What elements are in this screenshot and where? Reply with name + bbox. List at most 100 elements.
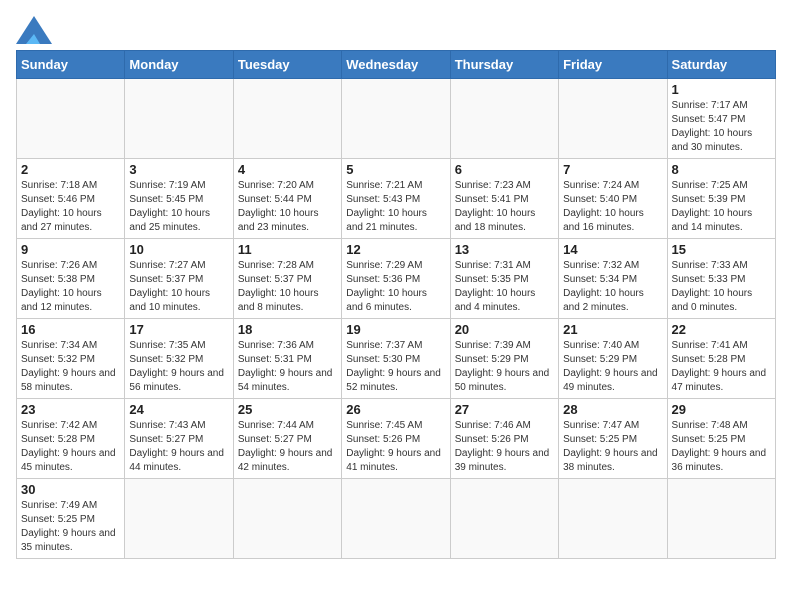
day-number: 29 [672, 402, 771, 417]
day-number: 1 [672, 82, 771, 97]
day-number: 11 [238, 242, 337, 257]
day-info: Sunrise: 7:24 AM Sunset: 5:40 PM Dayligh… [563, 179, 662, 235]
calendar-day-cell: 18 Sunrise: 7:36 AM Sunset: 5:31 PM Dayli… [233, 319, 341, 399]
calendar-day-cell [342, 479, 450, 559]
day-info: Sunrise: 7:29 AM Sunset: 5:36 PM Dayligh… [346, 259, 445, 315]
day-number: 16 [21, 322, 120, 337]
day-number: 9 [21, 242, 120, 257]
day-info: Sunrise: 7:19 AM Sunset: 5:45 PM Dayligh… [129, 179, 228, 235]
day-number: 4 [238, 162, 337, 177]
column-header-tuesday: Tuesday [233, 51, 341, 79]
day-number: 23 [21, 402, 120, 417]
day-info: Sunrise: 7:36 AM Sunset: 5:31 PM Dayligh… [238, 339, 337, 395]
column-header-saturday: Saturday [667, 51, 775, 79]
day-number: 3 [129, 162, 228, 177]
column-header-sunday: Sunday [17, 51, 125, 79]
day-info: Sunrise: 7:49 AM Sunset: 5:25 PM Dayligh… [21, 499, 120, 555]
day-number: 30 [21, 482, 120, 497]
day-number: 20 [455, 322, 554, 337]
calendar-day-cell: 10 Sunrise: 7:27 AM Sunset: 5:37 PM Dayli… [125, 239, 233, 319]
calendar-day-cell: 29 Sunrise: 7:48 AM Sunset: 5:25 PM Dayli… [667, 399, 775, 479]
day-info: Sunrise: 7:43 AM Sunset: 5:27 PM Dayligh… [129, 419, 228, 475]
day-number: 24 [129, 402, 228, 417]
calendar-day-cell [667, 479, 775, 559]
logo-icon [16, 16, 52, 44]
calendar-day-cell: 1 Sunrise: 7:17 AM Sunset: 5:47 PM Daylig… [667, 79, 775, 159]
calendar-day-cell: 13 Sunrise: 7:31 AM Sunset: 5:35 PM Dayli… [450, 239, 558, 319]
calendar-day-cell [559, 79, 667, 159]
calendar-week-row: 2 Sunrise: 7:18 AM Sunset: 5:46 PM Daylig… [17, 159, 776, 239]
calendar-day-cell: 8 Sunrise: 7:25 AM Sunset: 5:39 PM Daylig… [667, 159, 775, 239]
day-info: Sunrise: 7:18 AM Sunset: 5:46 PM Dayligh… [21, 179, 120, 235]
calendar-day-cell [233, 479, 341, 559]
day-info: Sunrise: 7:48 AM Sunset: 5:25 PM Dayligh… [672, 419, 771, 475]
day-number: 19 [346, 322, 445, 337]
column-header-monday: Monday [125, 51, 233, 79]
calendar-day-cell: 25 Sunrise: 7:44 AM Sunset: 5:27 PM Dayli… [233, 399, 341, 479]
day-info: Sunrise: 7:28 AM Sunset: 5:37 PM Dayligh… [238, 259, 337, 315]
calendar-day-cell [559, 479, 667, 559]
day-info: Sunrise: 7:21 AM Sunset: 5:43 PM Dayligh… [346, 179, 445, 235]
day-info: Sunrise: 7:26 AM Sunset: 5:38 PM Dayligh… [21, 259, 120, 315]
calendar-day-cell [342, 79, 450, 159]
day-info: Sunrise: 7:45 AM Sunset: 5:26 PM Dayligh… [346, 419, 445, 475]
day-info: Sunrise: 7:37 AM Sunset: 5:30 PM Dayligh… [346, 339, 445, 395]
calendar-day-cell: 30 Sunrise: 7:49 AM Sunset: 5:25 PM Dayli… [17, 479, 125, 559]
calendar-week-row: 16Sunrise: 7:34 AM Sunset: 5:32 PM Dayli… [17, 319, 776, 399]
day-number: 2 [21, 162, 120, 177]
day-info: Sunrise: 7:42 AM Sunset: 5:28 PM Dayligh… [21, 419, 120, 475]
day-number: 28 [563, 402, 662, 417]
column-header-friday: Friday [559, 51, 667, 79]
day-info: Sunrise: 7:46 AM Sunset: 5:26 PM Dayligh… [455, 419, 554, 475]
day-info: Sunrise: 7:17 AM Sunset: 5:47 PM Dayligh… [672, 99, 771, 155]
calendar-day-cell: 12 Sunrise: 7:29 AM Sunset: 5:36 PM Dayli… [342, 239, 450, 319]
calendar-day-cell [450, 79, 558, 159]
day-info: Sunrise: 7:44 AM Sunset: 5:27 PM Dayligh… [238, 419, 337, 475]
day-info: Sunrise: 7:25 AM Sunset: 5:39 PM Dayligh… [672, 179, 771, 235]
day-number: 12 [346, 242, 445, 257]
day-number: 25 [238, 402, 337, 417]
day-number: 22 [672, 322, 771, 337]
calendar-day-cell: 16Sunrise: 7:34 AM Sunset: 5:32 PM Dayli… [17, 319, 125, 399]
day-info: Sunrise: 7:32 AM Sunset: 5:34 PM Dayligh… [563, 259, 662, 315]
day-info: Sunrise: 7:27 AM Sunset: 5:37 PM Dayligh… [129, 259, 228, 315]
calendar-day-cell: 22Sunrise: 7:41 AM Sunset: 5:28 PM Dayli… [667, 319, 775, 399]
calendar-week-row: 1 Sunrise: 7:17 AM Sunset: 5:47 PM Daylig… [17, 79, 776, 159]
calendar-day-cell: 14 Sunrise: 7:32 AM Sunset: 5:34 PM Dayli… [559, 239, 667, 319]
day-number: 13 [455, 242, 554, 257]
calendar-day-cell: 24 Sunrise: 7:43 AM Sunset: 5:27 PM Dayli… [125, 399, 233, 479]
calendar-day-cell [450, 479, 558, 559]
day-number: 18 [238, 322, 337, 337]
calendar-day-cell: 20Sunrise: 7:39 AM Sunset: 5:29 PM Dayli… [450, 319, 558, 399]
calendar-day-cell: 28Sunrise: 7:47 AM Sunset: 5:25 PM Dayli… [559, 399, 667, 479]
day-number: 27 [455, 402, 554, 417]
calendar-day-cell [125, 479, 233, 559]
calendar-day-cell: 3 Sunrise: 7:19 AM Sunset: 5:45 PM Daylig… [125, 159, 233, 239]
calendar-day-cell [233, 79, 341, 159]
calendar-header-row: SundayMondayTuesdayWednesdayThursdayFrid… [17, 51, 776, 79]
day-info: Sunrise: 7:31 AM Sunset: 5:35 PM Dayligh… [455, 259, 554, 315]
day-number: 8 [672, 162, 771, 177]
calendar-day-cell: 15Sunrise: 7:33 AM Sunset: 5:33 PM Dayli… [667, 239, 775, 319]
day-info: Sunrise: 7:23 AM Sunset: 5:41 PM Dayligh… [455, 179, 554, 235]
column-header-thursday: Thursday [450, 51, 558, 79]
day-number: 26 [346, 402, 445, 417]
day-number: 15 [672, 242, 771, 257]
calendar-day-cell: 19 Sunrise: 7:37 AM Sunset: 5:30 PM Dayli… [342, 319, 450, 399]
day-number: 21 [563, 322, 662, 337]
logo [16, 16, 56, 44]
calendar-day-cell [125, 79, 233, 159]
calendar-day-cell: 2 Sunrise: 7:18 AM Sunset: 5:46 PM Daylig… [17, 159, 125, 239]
calendar-day-cell: 9 Sunrise: 7:26 AM Sunset: 5:38 PM Daylig… [17, 239, 125, 319]
calendar-table: SundayMondayTuesdayWednesdayThursdayFrid… [16, 50, 776, 559]
day-info: Sunrise: 7:40 AM Sunset: 5:29 PM Dayligh… [563, 339, 662, 395]
calendar-day-cell: 6Sunrise: 7:23 AM Sunset: 5:41 PM Daylig… [450, 159, 558, 239]
calendar-week-row: 9 Sunrise: 7:26 AM Sunset: 5:38 PM Daylig… [17, 239, 776, 319]
calendar-day-cell: 7Sunrise: 7:24 AM Sunset: 5:40 PM Daylig… [559, 159, 667, 239]
day-number: 10 [129, 242, 228, 257]
day-info: Sunrise: 7:20 AM Sunset: 5:44 PM Dayligh… [238, 179, 337, 235]
calendar-week-row: 30 Sunrise: 7:49 AM Sunset: 5:25 PM Dayli… [17, 479, 776, 559]
day-number: 5 [346, 162, 445, 177]
page-header [16, 16, 776, 44]
day-number: 14 [563, 242, 662, 257]
